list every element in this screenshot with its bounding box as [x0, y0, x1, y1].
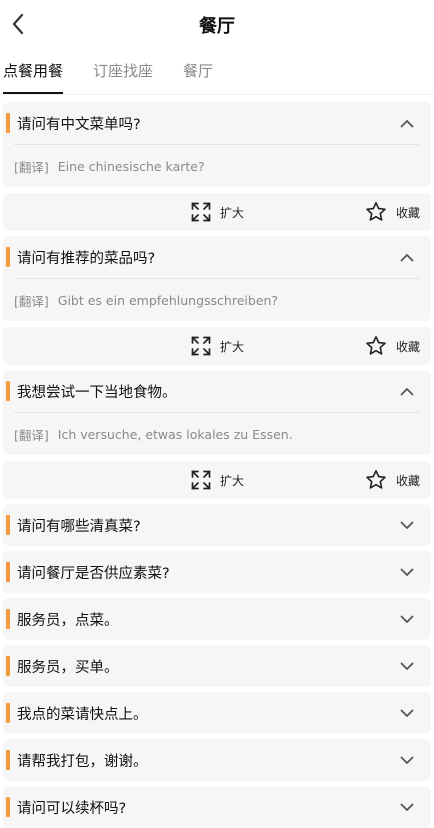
phrase-text: 请问有中文菜单吗? [17, 116, 141, 133]
expand-button[interactable]: 扩大 [191, 327, 244, 365]
chevron-up-icon[interactable] [395, 111, 419, 135]
chevron-up-icon[interactable] [395, 245, 419, 269]
page-title: 餐厅 [199, 16, 235, 37]
translation-row: [翻译] Gibt es ein empfehlungsschreiben? [14, 278, 419, 321]
phrase-header[interactable]: 请问餐厅是否供应素菜? [3, 551, 431, 593]
star-icon [366, 201, 386, 221]
tab-ordering[interactable]: 点餐用餐 [3, 60, 64, 94]
action-bar: 扩大 收藏 [3, 461, 431, 499]
phrase-header[interactable]: 请问有中文菜单吗? [3, 102, 431, 144]
chevron-up-icon[interactable] [395, 379, 419, 403]
tab-bar: 点餐用餐 订座找座 餐厅 [0, 50, 434, 95]
accent-bar [6, 562, 10, 582]
expand-label: 扩大 [220, 473, 245, 488]
accent-bar [6, 703, 10, 723]
chevron-down-icon[interactable] [395, 560, 419, 584]
phrase-card[interactable]: 请问有哪些清真菜? [3, 504, 431, 546]
phrase-card[interactable]: 请问餐厅是否供应素菜? [3, 551, 431, 593]
phrase-text: 请问可以续杯吗? [17, 800, 127, 817]
favorite-label: 收藏 [396, 473, 421, 488]
action-bar: 扩大 收藏 [3, 327, 431, 365]
translation-tag: [翻译] [14, 293, 49, 309]
accent-bar [6, 609, 10, 629]
phrase-text: 服务员，点菜。 [17, 612, 119, 629]
phrase-card[interactable]: 服务员，点菜。 [3, 598, 431, 640]
tab-reservation[interactable]: 订座找座 [93, 60, 153, 94]
phrase-card: 请问有中文菜单吗? [翻译] Eine chinesische karte? [3, 102, 431, 187]
phrase-list: 请问有中文菜单吗? [翻译] Eine chinesische karte? 扩… [0, 95, 434, 828]
chevron-down-icon[interactable] [395, 513, 419, 537]
phrase-text: 请问有哪些清真菜? [17, 518, 141, 535]
accent-bar [6, 750, 10, 770]
chevron-down-icon[interactable] [395, 795, 419, 819]
accent-bar [6, 797, 10, 817]
translation-text: Ich versuche, etwas lokales zu Essen. [57, 426, 293, 442]
phrase-text: 我点的菜请快点上。 [17, 706, 148, 723]
phrase-header[interactable]: 服务员，买单。 [3, 645, 431, 687]
phrase-card: 我想尝试一下当地食物。 [翻译] Ich versuche, etwas lok… [3, 370, 431, 455]
chevron-down-icon[interactable] [395, 701, 419, 725]
chevron-down-icon[interactable] [395, 654, 419, 678]
phrase-header[interactable]: 请问可以续杯吗? [3, 786, 431, 828]
phrase-card[interactable]: 我点的菜请快点上。 [3, 692, 431, 734]
phrase-text: 请帮我打包，谢谢。 [17, 753, 148, 770]
expand-button[interactable]: 扩大 [191, 461, 244, 499]
expand-label: 扩大 [220, 339, 245, 354]
phrase-card[interactable]: 请问可以续杯吗? [3, 786, 431, 828]
phrase-header[interactable]: 请帮我打包，谢谢。 [3, 739, 431, 781]
translation-text: Eine chinesische karte? [57, 158, 205, 174]
expand-button[interactable]: 扩大 [191, 193, 244, 231]
expand-icon [191, 336, 211, 356]
translation-row: [翻译] Eine chinesische karte? [14, 144, 419, 187]
accent-bar [6, 247, 10, 267]
chevron-down-icon[interactable] [395, 607, 419, 631]
translation-text: Gibt es ein empfehlungsschreiben? [57, 292, 279, 308]
accent-bar [6, 113, 10, 133]
action-bar: 扩大 收藏 [3, 193, 431, 231]
phrase-header[interactable]: 我点的菜请快点上。 [3, 692, 431, 734]
header: 餐厅 [0, 0, 434, 50]
phrase-header[interactable]: 请问有哪些清真菜? [3, 504, 431, 546]
chevron-left-icon [12, 13, 24, 35]
back-button[interactable] [4, 10, 32, 38]
phrase-header[interactable]: 服务员，点菜。 [3, 598, 431, 640]
accent-bar [6, 656, 10, 676]
translation-tag: [翻译] [14, 159, 49, 175]
phrase-card[interactable]: 请帮我打包，谢谢。 [3, 739, 431, 781]
phrase-text: 服务员，买单。 [17, 659, 119, 676]
translation-row: [翻译] Ich versuche, etwas lokales zu Esse… [14, 412, 419, 455]
star-icon [366, 469, 386, 489]
phrase-header[interactable]: 请问有推荐的菜品吗? [3, 236, 431, 278]
translation-tag: [翻译] [14, 427, 49, 443]
favorite-label: 收藏 [396, 205, 421, 220]
phrase-card[interactable]: 服务员，买单。 [3, 645, 431, 687]
chevron-down-icon[interactable] [395, 748, 419, 772]
phrase-card: 请问有推荐的菜品吗? [翻译] Gibt es ein empfehlungss… [3, 236, 431, 321]
phrase-text: 请问餐厅是否供应素菜? [17, 565, 170, 582]
favorite-button[interactable]: 收藏 [365, 461, 420, 499]
favorite-button[interactable]: 收藏 [365, 193, 420, 231]
phrase-text: 请问有推荐的菜品吗? [17, 250, 156, 267]
favorite-label: 收藏 [396, 339, 421, 354]
expand-label: 扩大 [220, 205, 245, 220]
phrase-text: 我想尝试一下当地食物。 [17, 384, 177, 401]
accent-bar [6, 381, 10, 401]
star-icon [366, 335, 386, 355]
favorite-button[interactable]: 收藏 [365, 327, 420, 365]
expand-icon [191, 470, 211, 490]
accent-bar [6, 515, 10, 535]
phrase-header[interactable]: 我想尝试一下当地食物。 [3, 370, 431, 412]
expand-icon [191, 202, 211, 222]
tab-restaurant[interactable]: 餐厅 [183, 60, 213, 94]
